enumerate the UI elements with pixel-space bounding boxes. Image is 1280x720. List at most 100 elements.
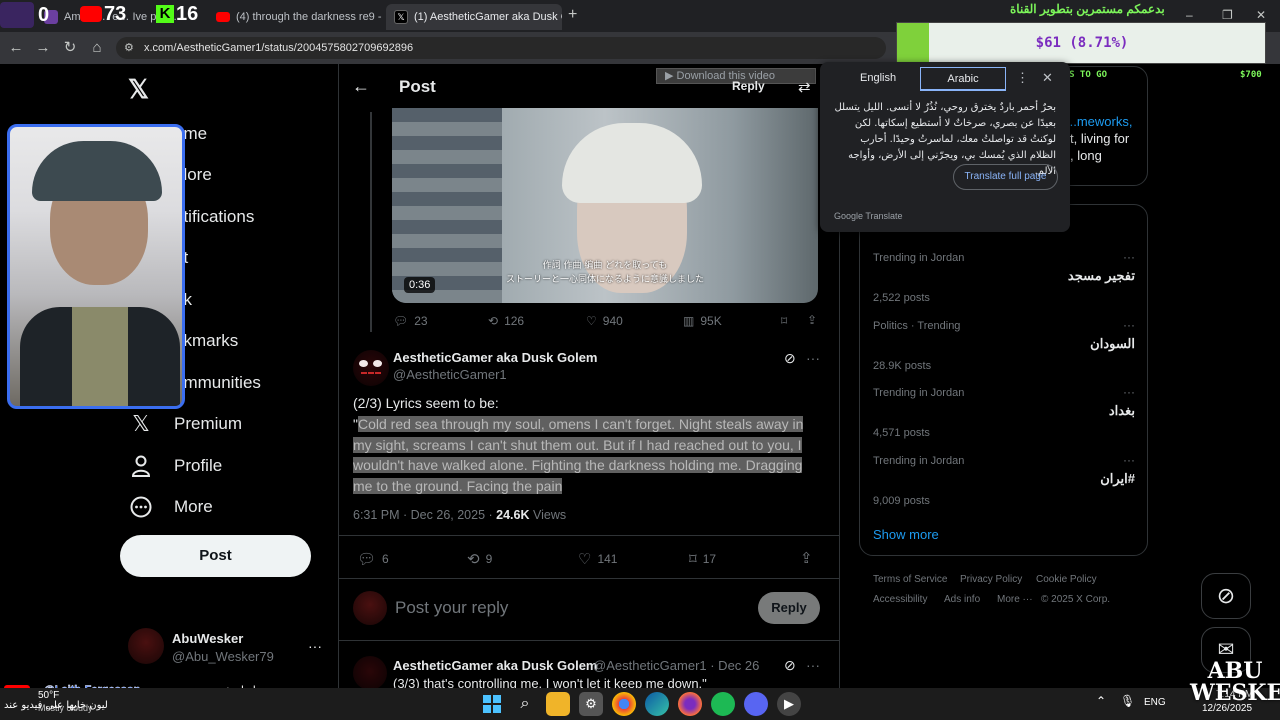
new-tab-button[interactable]: + xyxy=(568,6,577,24)
trend-item[interactable]: Trending in Jordan ··· #ايران 9,009 post… xyxy=(873,453,1135,507)
grok-float-button[interactable]: ⊘ xyxy=(1201,573,1251,619)
tweet-more-icon[interactable]: ··· xyxy=(806,657,820,673)
taskbar xyxy=(0,688,1280,720)
views-count: 95K xyxy=(700,314,722,328)
trend-context: Trending in Jordan xyxy=(873,455,965,467)
app-settings-icon[interactable]: ⚙ xyxy=(579,692,603,716)
trend-more-icon[interactable]: ··· xyxy=(1123,453,1135,467)
tweet-repost-count: 9 xyxy=(485,552,493,566)
translate-full-page-button[interactable]: Translate full page xyxy=(953,164,1058,190)
show-more-link[interactable]: Show more xyxy=(873,527,939,542)
tweet-time[interactable]: 6:31 PM · Dec 26, 2025 · xyxy=(353,508,496,522)
media-player-icon[interactable]: ▶ xyxy=(777,692,801,716)
nav-item-more[interactable]: More xyxy=(128,492,213,522)
grok-analyze-icon[interactable]: ⊘ xyxy=(784,657,796,674)
selected-lyrics-text: Cold red sea through my soul, omens I ca… xyxy=(353,416,804,494)
home-browser-icon[interactable]: ⌂ xyxy=(87,38,107,58)
footer-link[interactable]: Cookie Policy xyxy=(1036,574,1097,585)
tweet-bookmark-button[interactable]: ⌑ 17 xyxy=(689,550,716,568)
site-info-icon[interactable]: ⚙ xyxy=(124,37,134,59)
translate-close-icon[interactable]: ✕ xyxy=(1042,70,1053,86)
file-explorer-icon[interactable] xyxy=(546,692,570,716)
tweet-repost-button[interactable]: ⟲ 9 xyxy=(467,550,492,568)
tweet-reply-count: 6 xyxy=(382,552,389,566)
windows-start-icon[interactable] xyxy=(480,692,504,716)
taskbar-search-icon[interactable]: ⌕ xyxy=(513,692,537,716)
nav-item-premium[interactable]: 𝕏 Premium xyxy=(128,409,242,439)
tweet-reply-button[interactable]: 💬︎ 6 xyxy=(357,550,389,568)
browser-tab-active[interactable]: 𝕏 (1) AestheticGamer aka Dusk G ✕ xyxy=(386,4,562,30)
tweet-author-name[interactable]: AestheticGamer aka Dusk Golem xyxy=(393,350,597,365)
footer-link[interactable]: Privacy Policy xyxy=(960,574,1022,585)
firefox-icon[interactable] xyxy=(678,692,702,716)
viewer-counter: 0 xyxy=(38,4,50,26)
author-avatar[interactable] xyxy=(353,656,387,690)
microphone-icon[interactable]: 🎙︎ xyxy=(1120,694,1135,708)
chat-message-line: ليون خايها على فيديو عند xyxy=(4,700,108,711)
reply-stat[interactable]: 💬︎ 23 xyxy=(393,314,428,328)
trend-item[interactable]: Politics · Trending ··· السودان 28.9K po… xyxy=(873,318,1135,372)
spotify-icon[interactable] xyxy=(711,692,735,716)
translate-menu-icon[interactable]: ⋮ xyxy=(1016,70,1029,86)
footer-link[interactable]: Ads info xyxy=(944,594,980,605)
repost-stat[interactable]: ⟲ 126 xyxy=(488,314,524,328)
google-translate-brand: Google Translate xyxy=(834,211,903,221)
maximize-button[interactable]: ❐ xyxy=(1222,8,1233,22)
trend-more-icon[interactable]: ··· xyxy=(1123,385,1135,399)
footer-link[interactable]: Accessibility xyxy=(873,594,927,605)
trend-item[interactable]: Trending in Jordan ··· بغداد 4,571 posts xyxy=(873,385,1135,439)
tweet-more-icon[interactable]: ··· xyxy=(806,350,820,366)
back-arrow-icon[interactable]: ← xyxy=(352,76,370,97)
close-window-button[interactable]: ✕ xyxy=(1256,8,1266,22)
back-icon[interactable]: ← xyxy=(6,38,26,58)
bookmark-button[interactable]: ⌑ xyxy=(781,314,787,328)
tweet-like-button[interactable]: ♡ 141 xyxy=(578,550,617,568)
bar-chart-icon: ▥ xyxy=(683,314,695,328)
page-title: Post xyxy=(399,77,436,96)
footer-link[interactable]: Terms of Service xyxy=(873,574,947,585)
discord-icon[interactable] xyxy=(744,692,768,716)
footer-link[interactable]: More ··· xyxy=(997,594,1033,605)
minimize-button[interactable]: – xyxy=(1186,8,1193,22)
grok-analyze-icon[interactable]: ⊘ xyxy=(784,350,796,367)
views-stat[interactable]: ▥ 95K xyxy=(683,314,722,328)
next-tweet-handle[interactable]: @AestheticGamer1 · Dec 26 xyxy=(593,658,759,673)
post-button[interactable]: Post xyxy=(120,535,311,577)
trend-item[interactable]: Trending in Jordan ··· تفجير مسجد 2,522 … xyxy=(873,250,1135,304)
chrome-icon[interactable] xyxy=(612,692,636,716)
share-button[interactable]: ⇪ xyxy=(807,313,817,327)
tweet-share-button[interactable]: ⇪ xyxy=(800,549,813,567)
edge-icon[interactable] xyxy=(645,692,669,716)
like-stat[interactable]: ♡ 940 xyxy=(586,314,623,328)
translate-source-lang[interactable]: English xyxy=(860,72,896,84)
reply-submit-button[interactable]: Reply xyxy=(758,592,820,624)
divider xyxy=(339,578,839,579)
video-player[interactable]: 作詞 作曲 編曲 どれを取っても ストーリーと一心同体になるように意識しました … xyxy=(392,108,818,303)
trend-count: 4,571 posts xyxy=(873,427,930,439)
tray-chevron-icon[interactable]: ⌃ xyxy=(1096,694,1106,708)
tweet-author-handle[interactable]: @AestheticGamer1 xyxy=(393,367,507,382)
reload-icon[interactable]: ↻ xyxy=(60,38,80,58)
author-avatar[interactable] xyxy=(353,350,389,386)
trend-more-icon[interactable]: ··· xyxy=(1123,250,1135,264)
youtube-logo-icon xyxy=(80,6,102,22)
reply-count: 23 xyxy=(414,314,428,328)
thread-line xyxy=(370,112,372,332)
x-logo-icon[interactable]: 𝕏 xyxy=(128,74,149,105)
trend-name: بغداد xyxy=(1108,403,1135,418)
account-menu-icon[interactable]: ··· xyxy=(308,638,322,654)
next-tweet-author[interactable]: AestheticGamer aka Dusk Golem xyxy=(393,658,597,673)
browser-tab[interactable]: (4) through the darkness re9 - Y ✕ xyxy=(208,4,384,30)
settings-sliders-icon[interactable]: ⇄ xyxy=(798,78,811,96)
address-bar[interactable]: ⚙ x.com/AestheticGamer1/status/200457580… xyxy=(116,37,886,59)
nav-item-profile[interactable]: Profile xyxy=(128,451,222,481)
forward-icon[interactable]: → xyxy=(33,38,53,58)
bookmark-icon: ⌑ xyxy=(781,314,788,328)
reply-input[interactable]: Post your reply xyxy=(395,598,508,618)
trend-more-icon[interactable]: ··· xyxy=(1123,318,1135,332)
avatar[interactable] xyxy=(128,628,164,664)
translate-popup: English Arabic ⋮ ✕ بحرٌ أحمر باردٌ يخترق… xyxy=(820,62,1070,232)
input-language[interactable]: ENG xyxy=(1144,697,1166,708)
header-reply-button[interactable]: Reply xyxy=(732,79,765,93)
translate-target-lang[interactable]: Arabic xyxy=(920,67,1006,91)
